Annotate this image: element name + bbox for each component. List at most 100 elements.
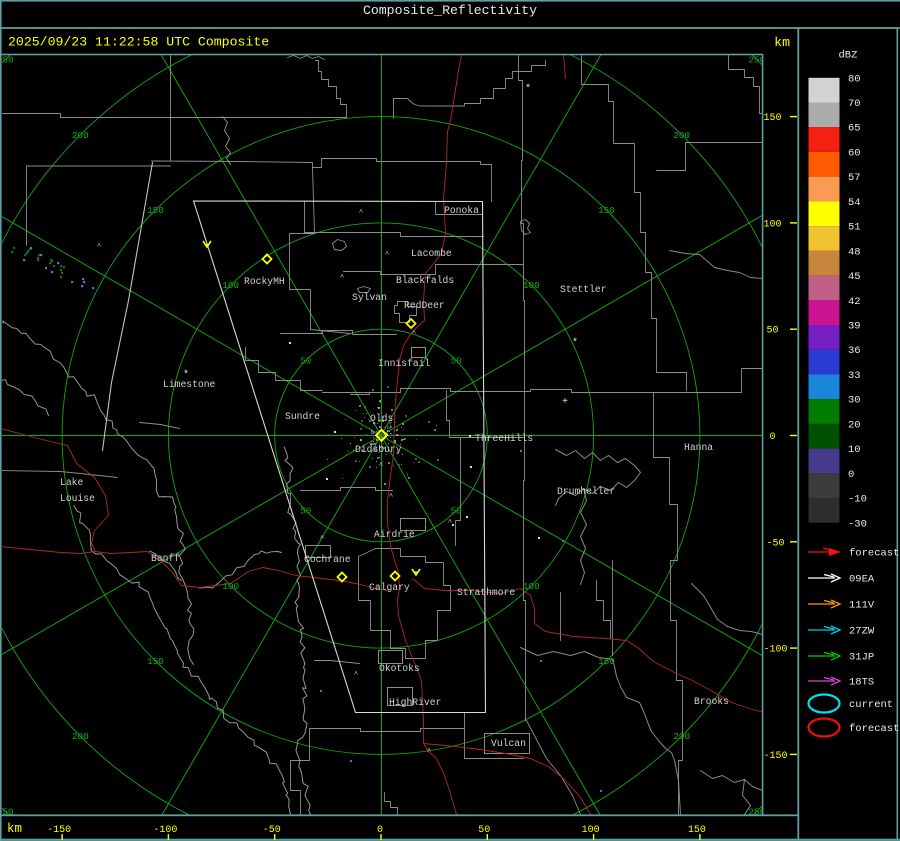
svg-text:18TS: 18TS (849, 677, 874, 689)
svg-text:Vulcan: Vulcan (491, 738, 526, 749)
svg-text:54: 54 (848, 197, 861, 209)
svg-text:57: 57 (848, 172, 861, 184)
svg-text:Didsbury: Didsbury (355, 444, 402, 455)
svg-text:200: 200 (673, 731, 690, 742)
svg-text:100: 100 (523, 581, 540, 592)
svg-text:Brooks: Brooks (694, 696, 729, 707)
svg-text:Limestone: Limestone (163, 379, 216, 390)
svg-text:^: ^ (320, 534, 325, 543)
svg-text:200: 200 (72, 130, 89, 141)
svg-text:forecast: forecast (849, 723, 899, 735)
svg-text:Louise: Louise (60, 493, 95, 504)
svg-text:Cochrane: Cochrane (304, 554, 351, 565)
svg-text:^: ^ (354, 670, 359, 679)
svg-text:*: * (572, 337, 578, 349)
svg-text:RedDeer: RedDeer (404, 300, 445, 311)
svg-text:Stettler: Stettler (560, 284, 607, 295)
svg-text:Lacombe: Lacombe (411, 248, 452, 259)
svg-text:60: 60 (848, 148, 861, 160)
svg-text:50: 50 (300, 506, 311, 517)
svg-text:09EA: 09EA (849, 574, 875, 586)
svg-text:51: 51 (848, 222, 861, 234)
svg-text:50: 50 (451, 355, 462, 366)
svg-text:^: ^ (427, 747, 432, 756)
svg-text:Sylvan: Sylvan (352, 292, 387, 303)
svg-text:150: 150 (598, 205, 615, 216)
svg-text:50: 50 (478, 825, 490, 836)
svg-text:45: 45 (848, 271, 861, 283)
svg-text:111V: 111V (849, 600, 875, 612)
svg-text:-50: -50 (766, 538, 784, 549)
svg-text:100: 100 (763, 219, 781, 230)
svg-text:100: 100 (582, 825, 600, 836)
svg-text:50: 50 (300, 355, 311, 366)
svg-text:Ponoka: Ponoka (444, 205, 479, 216)
svg-text:100: 100 (222, 280, 239, 291)
svg-text:km: km (774, 35, 790, 50)
svg-text:0: 0 (377, 825, 383, 836)
svg-text:Okotoks: Okotoks (379, 663, 420, 674)
svg-text:-30: -30 (848, 518, 867, 530)
svg-text:Sundre: Sundre (285, 411, 320, 422)
svg-text:250: 250 (0, 55, 14, 66)
svg-text:50: 50 (766, 326, 778, 337)
svg-text:Hanna: Hanna (684, 442, 713, 453)
svg-text:50: 50 (451, 506, 462, 517)
svg-text:-150: -150 (763, 751, 787, 762)
svg-text:48: 48 (848, 246, 861, 258)
svg-text:27ZW: 27ZW (849, 626, 875, 638)
svg-text:31JP: 31JP (849, 652, 874, 664)
svg-text:Calgary: Calgary (369, 582, 410, 593)
svg-text:80: 80 (848, 73, 861, 85)
svg-text:Lake: Lake (60, 477, 83, 488)
svg-text:^: ^ (412, 329, 417, 338)
svg-text:42: 42 (848, 296, 861, 308)
svg-text:100: 100 (222, 581, 239, 592)
svg-text:^: ^ (389, 492, 394, 501)
svg-text:ThreeHills: ThreeHills (475, 433, 533, 444)
svg-text:+: + (562, 397, 568, 408)
svg-text:Banff: Banff (151, 553, 180, 564)
svg-text:0: 0 (769, 432, 775, 443)
svg-text:forecast: forecast (849, 548, 899, 560)
svg-text:200: 200 (72, 731, 89, 742)
svg-text:^: ^ (379, 461, 384, 470)
svg-text:Blackfalds: Blackfalds (396, 275, 454, 286)
svg-text:Airdrie: Airdrie (374, 529, 415, 540)
svg-text:10: 10 (848, 444, 861, 456)
svg-text:150: 150 (763, 113, 781, 124)
svg-text:km: km (7, 822, 22, 836)
svg-text:33: 33 (848, 370, 861, 382)
svg-text:^: ^ (385, 250, 390, 259)
svg-text:Composite_Reflectivity: Composite_Reflectivity (363, 3, 537, 18)
svg-text:36: 36 (848, 345, 861, 357)
svg-text:200: 200 (673, 130, 690, 141)
svg-text:dBZ: dBZ (839, 50, 858, 62)
svg-text:*: * (183, 369, 189, 381)
svg-text:0: 0 (848, 469, 854, 481)
svg-text:*: * (525, 83, 531, 95)
svg-text:150: 150 (688, 825, 706, 836)
svg-text:Innisfail: Innisfail (378, 358, 431, 369)
svg-text:-50: -50 (263, 825, 281, 836)
svg-text:-150: -150 (47, 825, 71, 836)
svg-text:RockyMH: RockyMH (244, 276, 285, 287)
svg-text:150: 150 (147, 656, 164, 667)
svg-text:^: ^ (97, 242, 102, 251)
svg-text:65: 65 (848, 123, 861, 135)
svg-text:HighRiver: HighRiver (389, 697, 441, 708)
svg-text:Strathmore: Strathmore (457, 587, 515, 598)
svg-text:39: 39 (848, 321, 861, 333)
svg-text:2025/09/23 11:22:58 UTC Compos: 2025/09/23 11:22:58 UTC Composite (8, 35, 269, 50)
svg-text:150: 150 (598, 656, 615, 667)
svg-text:150: 150 (147, 205, 164, 216)
svg-text:^: ^ (359, 208, 364, 217)
svg-text:70: 70 (848, 98, 861, 110)
svg-text:100: 100 (523, 280, 540, 291)
svg-text:Drumheller: Drumheller (557, 486, 615, 497)
svg-text:current: current (849, 699, 893, 711)
svg-text:^: ^ (448, 518, 453, 527)
svg-text:30: 30 (848, 395, 861, 407)
svg-text:Olds: Olds (370, 413, 393, 424)
svg-text:^: ^ (340, 273, 345, 282)
